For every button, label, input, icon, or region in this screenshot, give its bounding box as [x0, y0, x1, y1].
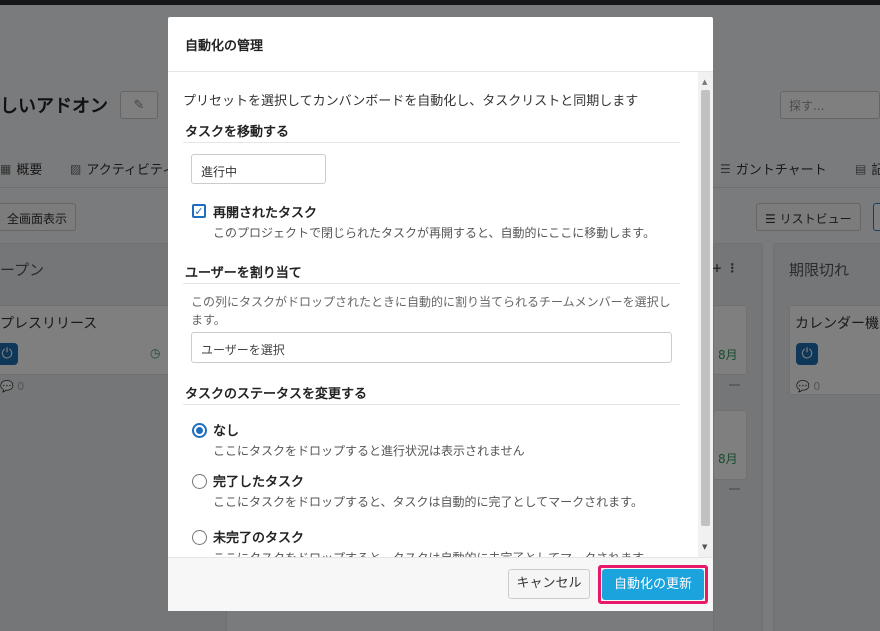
reopened-task-label[interactable]: 再開されたタスク	[213, 202, 317, 221]
modal-footer: キャンセル 自動化の更新	[168, 557, 713, 611]
modal-header: 自動化の管理	[168, 17, 713, 72]
reopened-task-checkbox[interactable]: ✓	[192, 204, 206, 218]
status-incomplete-label[interactable]: 未完了のタスク	[213, 527, 304, 546]
status-change-heading: タスクのステータスを変更する	[185, 387, 368, 402]
status-incomplete-desc: ここにタスクをドロップすると、タスクは自動的に未完了としてマークされます。	[213, 549, 655, 557]
assign-user-heading: ユーザーを割り当て	[185, 266, 302, 281]
status-none-label[interactable]: なし	[213, 420, 239, 439]
move-to-select[interactable]: 進行中	[191, 154, 326, 184]
scroll-up-arrow-icon[interactable]: ▲	[702, 78, 707, 86]
section-divider	[183, 283, 680, 284]
scrollbar-thumb[interactable]	[701, 90, 710, 526]
modal-scrollbar[interactable]: ▲ ▼	[698, 72, 713, 557]
user-select-input[interactable]: ユーザーを選択	[191, 332, 672, 363]
status-completed-label[interactable]: 完了したタスク	[213, 471, 304, 490]
update-automation-button[interactable]: 自動化の更新	[602, 569, 704, 600]
modal-body: プリセットを選択してカンバンボードを自動化し、タスクリストと同期します タスクを…	[168, 72, 698, 557]
reopened-task-desc: このプロジェクトで閉じられたタスクが再開すると、自動的にここに移動します。	[213, 226, 656, 240]
status-radio-none[interactable]	[192, 423, 207, 438]
scroll-down-arrow-icon[interactable]: ▼	[702, 543, 707, 551]
cancel-button[interactable]: キャンセル	[508, 569, 590, 599]
status-completed-desc: ここにタスクをドロップすると、タスクは自動的に完了としてマークされます。	[213, 495, 643, 509]
status-none-desc: ここにタスクをドロップすると進行状況は表示されません	[213, 444, 525, 458]
automation-modal: 自動化の管理 プリセットを選択してカンバンボードを自動化し、タスクリストと同期し…	[168, 17, 713, 611]
move-task-heading: タスクを移動する	[185, 125, 290, 140]
section-divider	[183, 404, 680, 405]
modal-intro-text: プリセットを選択してカンバンボードを自動化し、タスクリストと同期します	[183, 94, 639, 109]
status-radio-completed[interactable]	[192, 474, 207, 489]
assign-user-help: この列にタスクがドロップされたときに自動的に割り当てられるチームメンバーを選択し…	[191, 295, 671, 327]
modal-title: 自動化の管理	[185, 39, 264, 54]
checkmark-icon: ✓	[194, 204, 204, 218]
status-radio-incomplete[interactable]	[192, 530, 207, 545]
section-divider	[183, 142, 680, 143]
